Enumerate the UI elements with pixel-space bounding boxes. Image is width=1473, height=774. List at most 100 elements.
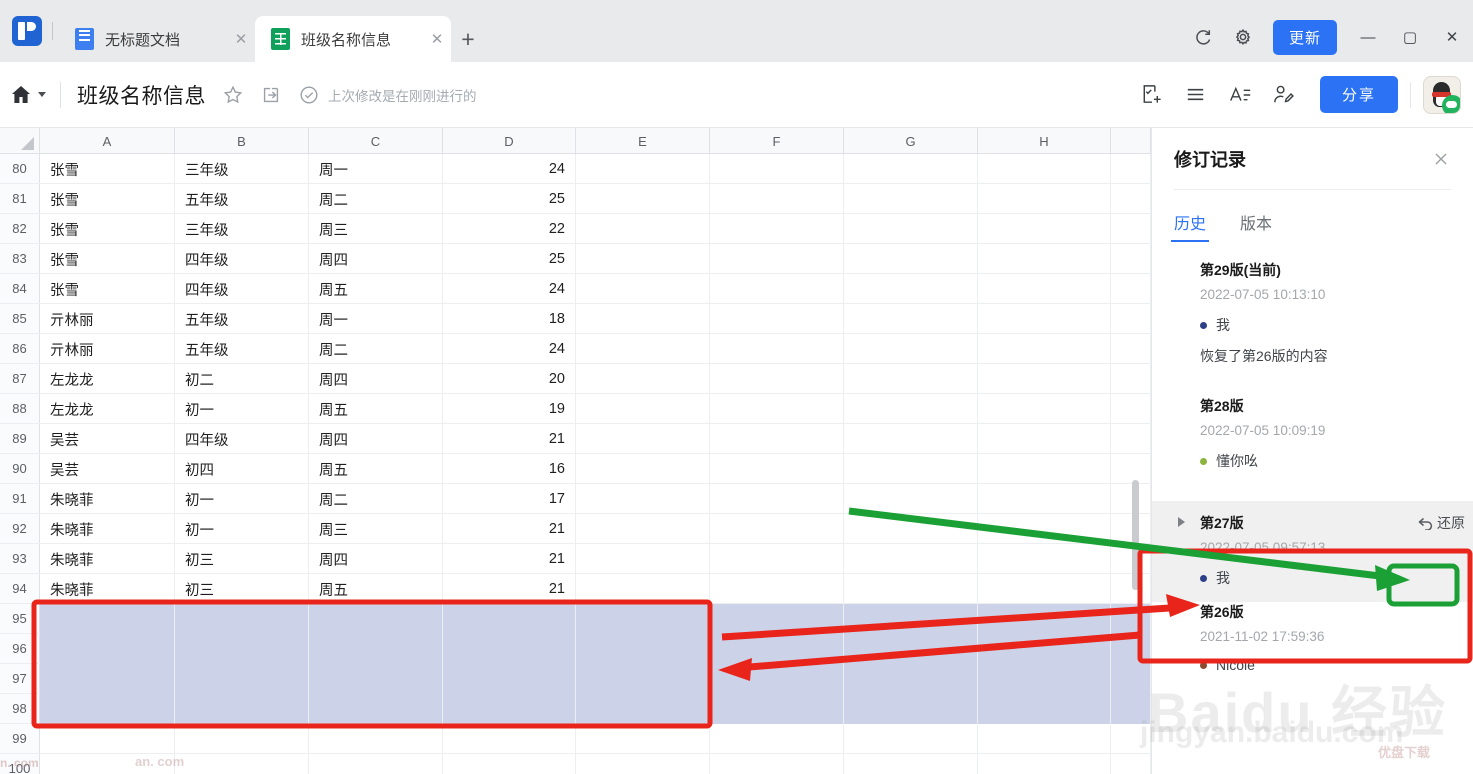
cell-E86[interactable] xyxy=(576,334,710,364)
cell-F87[interactable] xyxy=(710,364,844,394)
cell-F83[interactable] xyxy=(710,244,844,274)
cell-E92[interactable] xyxy=(576,514,710,544)
cell-D88[interactable]: 19 xyxy=(443,394,576,424)
cell-F97[interactable] xyxy=(710,664,844,694)
row-header[interactable]: 82 xyxy=(0,214,40,243)
table-row[interactable]: 100 xyxy=(0,754,1151,774)
column-header-E[interactable]: E xyxy=(576,128,710,154)
version-item[interactable]: 第26版 2021-11-02 17:59:36 Nicole xyxy=(1174,602,1451,679)
cell-x93[interactable] xyxy=(1111,544,1151,574)
cell-C92[interactable]: 周三 xyxy=(309,514,443,544)
cell-C93[interactable]: 周四 xyxy=(309,544,443,574)
cell-A85[interactable]: 亓林丽 xyxy=(40,304,175,334)
cell-D92[interactable]: 21 xyxy=(443,514,576,544)
cell-E94[interactable] xyxy=(576,574,710,604)
row-header[interactable]: 94 xyxy=(0,574,40,603)
avatar[interactable] xyxy=(1423,75,1461,114)
cell-B85[interactable]: 五年级 xyxy=(175,304,309,334)
cell-F96[interactable] xyxy=(710,634,844,664)
table-row[interactable]: 99 xyxy=(0,724,1151,754)
cell-x89[interactable] xyxy=(1111,424,1151,454)
cell-D97[interactable] xyxy=(443,664,576,694)
table-row[interactable]: 98 xyxy=(0,694,1151,724)
cell-C86[interactable]: 周二 xyxy=(309,334,443,364)
cell-D82[interactable]: 22 xyxy=(443,214,576,244)
cell-G86[interactable] xyxy=(844,334,978,364)
cell-H81[interactable] xyxy=(978,184,1111,214)
cell-A91[interactable]: 朱晓菲 xyxy=(40,484,175,514)
page-title[interactable]: 班级名称信息 xyxy=(77,80,206,110)
cell-x85[interactable] xyxy=(1111,304,1151,334)
cell-B88[interactable]: 初一 xyxy=(175,394,309,424)
table-row[interactable]: 94 朱晓菲 初三 周五 21 xyxy=(0,574,1151,604)
cell-G84[interactable] xyxy=(844,274,978,304)
cell-D81[interactable]: 25 xyxy=(443,184,576,214)
tab-class-name-info[interactable]: 班级名称信息 ✕ xyxy=(255,16,451,62)
table-row[interactable]: 95 xyxy=(0,604,1151,634)
cell-A99[interactable] xyxy=(40,724,175,754)
cell-H95[interactable] xyxy=(978,604,1111,634)
cell-E88[interactable] xyxy=(576,394,710,424)
cell-A98[interactable] xyxy=(40,694,175,724)
cell-G94[interactable] xyxy=(844,574,978,604)
cell-H91[interactable] xyxy=(978,484,1111,514)
cell-B92[interactable]: 初一 xyxy=(175,514,309,544)
cell-F90[interactable] xyxy=(710,454,844,484)
cell-G91[interactable] xyxy=(844,484,978,514)
cell-x88[interactable] xyxy=(1111,394,1151,424)
table-row[interactable]: 97 xyxy=(0,664,1151,694)
cell-A89[interactable]: 吴芸 xyxy=(40,424,175,454)
tab-history[interactable]: 历史 xyxy=(1170,210,1210,242)
cell-B90[interactable]: 初四 xyxy=(175,454,309,484)
cell-x82[interactable] xyxy=(1111,214,1151,244)
cell-x80[interactable] xyxy=(1111,154,1151,184)
cell-A97[interactable] xyxy=(40,664,175,694)
cell-A86[interactable]: 亓林丽 xyxy=(40,334,175,364)
cell-E87[interactable] xyxy=(576,364,710,394)
row-header[interactable]: 92 xyxy=(0,514,40,543)
row-header[interactable]: 99 xyxy=(0,724,40,753)
column-header-A[interactable]: A xyxy=(40,128,175,154)
cell-F95[interactable] xyxy=(710,604,844,634)
row-header[interactable]: 85 xyxy=(0,304,40,333)
cell-B93[interactable]: 初三 xyxy=(175,544,309,574)
cell-G80[interactable] xyxy=(844,154,978,184)
cell-x95[interactable] xyxy=(1111,604,1151,634)
cell-B91[interactable]: 初一 xyxy=(175,484,309,514)
cell-F91[interactable] xyxy=(710,484,844,514)
cell-E84[interactable] xyxy=(576,274,710,304)
table-row[interactable]: 81 张雪 五年级 周二 25 xyxy=(0,184,1151,214)
cell-G89[interactable] xyxy=(844,424,978,454)
cell-D85[interactable]: 18 xyxy=(443,304,576,334)
column-header-F[interactable]: F xyxy=(710,128,844,154)
cell-A84[interactable]: 张雪 xyxy=(40,274,175,304)
cell-D89[interactable]: 21 xyxy=(443,424,576,454)
cell-H89[interactable] xyxy=(978,424,1111,454)
cell-B89[interactable]: 四年级 xyxy=(175,424,309,454)
cell-D84[interactable]: 24 xyxy=(443,274,576,304)
cell-G85[interactable] xyxy=(844,304,978,334)
row-header[interactable]: 97 xyxy=(0,664,40,693)
cell-H99[interactable] xyxy=(978,724,1111,754)
cell-E82[interactable] xyxy=(576,214,710,244)
cell-A87[interactable]: 左龙龙 xyxy=(40,364,175,394)
cell-E90[interactable] xyxy=(576,454,710,484)
cell-x94[interactable] xyxy=(1111,574,1151,604)
cell-B87[interactable]: 初二 xyxy=(175,364,309,394)
cell-B86[interactable]: 五年级 xyxy=(175,334,309,364)
cell-D95[interactable] xyxy=(443,604,576,634)
cell-x96[interactable] xyxy=(1111,634,1151,664)
cell-H83[interactable] xyxy=(978,244,1111,274)
cell-A90[interactable]: 吴芸 xyxy=(40,454,175,484)
row-header[interactable]: 93 xyxy=(0,544,40,573)
close-icon[interactable] xyxy=(1431,149,1451,169)
cell-B81[interactable]: 五年级 xyxy=(175,184,309,214)
cell-x92[interactable] xyxy=(1111,514,1151,544)
table-row[interactable]: 89 吴芸 四年级 周四 21 xyxy=(0,424,1151,454)
row-header[interactable]: 80 xyxy=(0,154,40,183)
star-icon[interactable] xyxy=(222,84,244,106)
cell-F94[interactable] xyxy=(710,574,844,604)
cell-H94[interactable] xyxy=(978,574,1111,604)
cell-D100[interactable] xyxy=(443,754,576,774)
new-tab-button[interactable]: + xyxy=(451,16,485,62)
